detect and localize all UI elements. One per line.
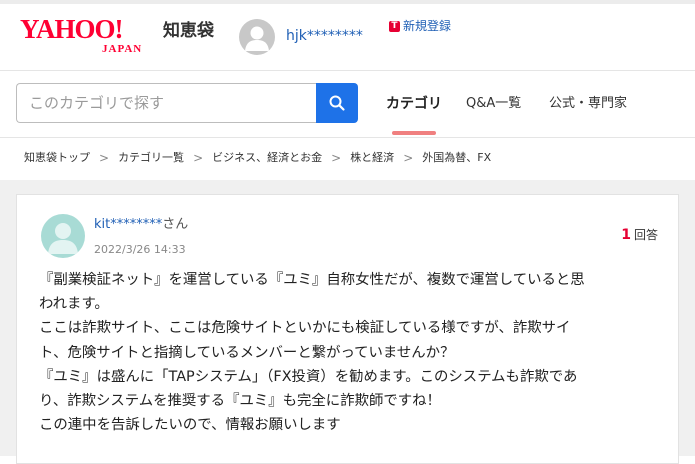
answer-count-label: 回答 (633, 228, 658, 242)
question-body-line: ここは詐欺サイト、ここは危険サイトといかにも検証している様ですが、詐欺サイ (39, 320, 571, 337)
tpoint-icon: T (389, 20, 400, 32)
search-icon (329, 95, 345, 111)
user-avatar[interactable] (239, 19, 275, 55)
header: YAHOO! JAPAN 知恵袋 hjk******** T 新規登録 (0, 4, 695, 70)
answer-count-number: 1 (621, 227, 631, 243)
user-silhouette-icon (245, 26, 269, 51)
question-body-line: 『副業検証ネット』を運営している『ユミ』自称女性だが、複数で運営していると思 (39, 272, 585, 288)
header-username[interactable]: hjk******** (286, 27, 363, 45)
user-silhouette-icon (48, 223, 78, 254)
answer-count[interactable]: 1 回答 (621, 227, 658, 243)
breadcrumb-item-stocks[interactable]: 株と経済 (350, 150, 394, 166)
search-input[interactable] (16, 83, 316, 123)
tab-qa-list[interactable]: Q&A一覧 (466, 95, 521, 113)
question-body-line: ト、危険サイトと指摘しているメンバーと繋がっていませんか？ (39, 344, 455, 361)
chevron-right-icon: > (331, 151, 342, 165)
question-card: kit********さん 2022/3/26 14:33 1 回答 『副業検証ネ… (16, 194, 679, 464)
question-author-suffix: さん (162, 217, 189, 232)
register-label: 新規登録 (403, 19, 452, 33)
chevron-right-icon: > (193, 151, 204, 165)
breadcrumb: 知恵袋トップ > カテゴリ一覧 > ビジネス、経済とお金 > 株と経済 > 外国… (24, 150, 491, 166)
tab-category[interactable]: カテゴリ (386, 95, 442, 113)
question-date: 2022/3/26 14:33 (94, 243, 186, 256)
chevron-right-icon: > (403, 151, 414, 165)
search-button[interactable] (316, 83, 358, 123)
question-body-line: 『ユミ』は盛んに「TAPシステム」（FX投資）を勧めます。このシステムも詐欺であ (39, 368, 578, 385)
question-author-name: kit******** (94, 217, 163, 232)
breadcrumb-item-top[interactable]: 知恵袋トップ (24, 150, 90, 166)
question-body-line: この連中を告訴したいので、情報お願いします (39, 417, 341, 434)
logo-sub-text: JAPAN (102, 43, 143, 55)
logo-main-text: YAHOO! (20, 14, 124, 44)
question-user-avatar[interactable] (41, 214, 85, 258)
question-body-line: われます。 (39, 296, 109, 313)
service-name[interactable]: 知恵袋 (163, 20, 214, 42)
chevron-right-icon: > (99, 151, 110, 165)
register-link[interactable]: T 新規登録 (389, 18, 451, 34)
question-body-line: り、詐欺システムを推奨する『ユミ』も完全に詐欺師ですね！ (39, 393, 441, 410)
active-tab-indicator (392, 131, 436, 135)
question-body: 『副業検証ネット』を運営している『ユミ』自称女性だが、複数で運営していると思 わ… (39, 268, 659, 437)
breadcrumb-item-fx[interactable]: 外国為替、FX (422, 150, 491, 166)
question-author[interactable]: kit********さん (94, 217, 188, 233)
yahoo-japan-logo[interactable]: YAHOO! JAPAN (20, 14, 160, 58)
search-nav-bar: カテゴリ Q&A一覧 公式・専門家 (0, 70, 695, 138)
breadcrumb-item-categories[interactable]: カテゴリ一覧 (118, 150, 184, 166)
breadcrumb-item-business[interactable]: ビジネス、経済とお金 (212, 150, 322, 166)
tab-official-experts[interactable]: 公式・専門家 (549, 95, 627, 113)
